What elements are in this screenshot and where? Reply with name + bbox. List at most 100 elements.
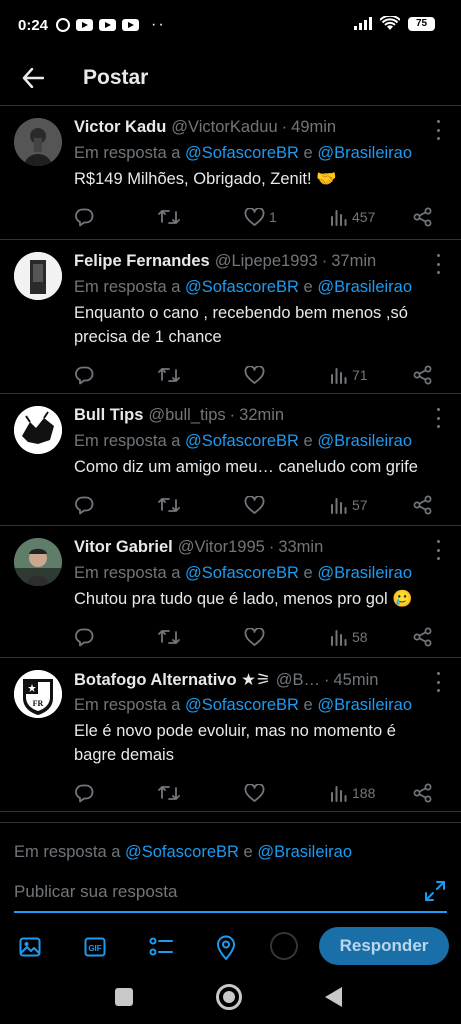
heart-icon (244, 207, 265, 226)
avatar[interactable] (14, 118, 62, 166)
like-button[interactable] (244, 365, 269, 385)
reply-conjunction: e (303, 432, 313, 450)
mention-link[interactable]: @SofascoreBR (185, 144, 299, 162)
reply-button[interactable] (74, 496, 94, 515)
home-button[interactable] (216, 984, 242, 1010)
tweet-actions: 58 (74, 615, 433, 659)
avatar[interactable] (14, 406, 62, 454)
reply-context: Em resposta a @SofascoreBR e @Brasileira… (74, 432, 433, 451)
location-icon[interactable] (215, 935, 237, 961)
mention-link[interactable]: @SofascoreBR (185, 696, 299, 714)
mention-link[interactable]: @Brasileirao (317, 278, 412, 296)
author-name[interactable]: Bull Tips (74, 406, 143, 425)
avatar[interactable]: FR (14, 670, 62, 718)
reply-input[interactable]: Publicar sua resposta (14, 877, 447, 913)
author-name[interactable]: Felipe Fernandes (74, 252, 210, 271)
poll-icon[interactable] (148, 935, 174, 959)
share-button[interactable] (413, 627, 433, 647)
share-button[interactable] (413, 207, 433, 227)
reply-prefix: Em resposta a (74, 564, 181, 582)
avatar[interactable] (14, 252, 62, 300)
like-count: 1 (269, 209, 277, 225)
more-options-icon[interactable] (433, 408, 443, 428)
tweet-time: 33min (278, 538, 324, 556)
reply-button[interactable] (74, 366, 94, 385)
reply-tweet[interactable]: Victor Kadu @VictorKaduu · 49min Em resp… (0, 106, 461, 240)
tweet-time: 32min (239, 406, 285, 424)
recent-apps-button[interactable] (115, 988, 133, 1006)
more-options-icon[interactable] (433, 254, 443, 274)
expand-icon[interactable] (423, 879, 447, 903)
retweet-button[interactable] (158, 208, 180, 226)
responder-button[interactable]: Responder (319, 927, 449, 965)
share-icon (413, 783, 432, 803)
status-time: 0:24 (18, 16, 49, 34)
reply-tweet[interactable]: Felipe Fernandes @Lipepe1993 · 37min Em … (0, 240, 461, 394)
heart-icon (244, 783, 265, 802)
share-button[interactable] (413, 365, 433, 385)
mention-link[interactable]: @Brasileirao (257, 843, 352, 861)
like-button[interactable] (244, 627, 269, 647)
retweet-button[interactable] (158, 496, 180, 514)
more-options-icon[interactable] (433, 672, 443, 692)
reply-tweet[interactable]: FR Botafogo Alternativo ★⚞ @B… · 45min E… (0, 658, 461, 812)
avatar[interactable] (14, 538, 62, 586)
reply-conjunction: e (303, 696, 313, 714)
reply-button[interactable] (74, 784, 94, 803)
more-notifications-icon: ·· (151, 16, 166, 33)
battery-indicator: 75 (408, 16, 435, 31)
share-button[interactable] (413, 783, 433, 803)
wifi-icon (380, 16, 400, 30)
author-handle[interactable]: @Lipepe1993 (215, 252, 318, 271)
heart-icon (244, 627, 265, 646)
like-button[interactable]: 1 (244, 207, 277, 227)
author-name[interactable]: Botafogo Alternativo ★⚞ (74, 670, 271, 690)
views-chart-icon (331, 209, 347, 226)
mention-link[interactable]: @Brasileirao (317, 564, 412, 582)
retweet-button[interactable] (158, 628, 180, 646)
mention-link[interactable]: @SofascoreBR (185, 278, 299, 296)
reply-tweet[interactable]: Vitor Gabriel @Vitor1995 · 33min Em resp… (0, 526, 461, 658)
author-handle[interactable]: @bull_tips (148, 406, 225, 425)
mention-link[interactable]: @Brasileirao (317, 696, 412, 714)
tweet-time: 45min (333, 671, 379, 689)
tweet-text: Como diz um amigo meu… caneludo com grif… (74, 458, 418, 476)
reply-icon (75, 366, 94, 384)
replies-feed: Victor Kadu @VictorKaduu · 49min Em resp… (0, 106, 461, 812)
reply-button[interactable] (74, 628, 94, 647)
like-button[interactable] (244, 495, 269, 515)
image-icon[interactable] (18, 935, 42, 959)
views-button[interactable]: 188 (330, 785, 375, 802)
back-arrow-icon (22, 67, 44, 88)
mention-link[interactable]: @SofascoreBR (185, 564, 299, 582)
views-button[interactable]: 457 (330, 209, 375, 226)
more-options-icon[interactable] (433, 120, 443, 140)
mention-link[interactable]: @Brasileirao (317, 432, 412, 450)
mention-link[interactable]: @Brasileirao (317, 144, 412, 162)
reply-prefix: Em resposta a (74, 144, 181, 162)
retweet-button[interactable] (158, 784, 180, 802)
reply-conjunction: e (243, 843, 253, 861)
reply-tweet[interactable]: Bull Tips @bull_tips · 32min Em resposta… (0, 394, 461, 526)
reply-icon (75, 208, 94, 226)
author-name[interactable]: Victor Kadu (74, 118, 166, 137)
author-handle[interactable]: @VictorKaduu (171, 118, 277, 137)
mention-link[interactable]: @SofascoreBR (185, 432, 299, 450)
author-handle[interactable]: @Vitor1995 (178, 538, 265, 557)
back-button[interactable] (5, 50, 61, 106)
views-chart-icon (331, 497, 347, 514)
author-name[interactable]: Vitor Gabriel (74, 538, 173, 557)
more-options-icon[interactable] (433, 540, 443, 560)
like-button[interactable] (244, 783, 269, 803)
views-button[interactable]: 57 (330, 497, 368, 514)
share-button[interactable] (413, 495, 433, 515)
views-button[interactable]: 71 (330, 367, 368, 384)
reply-button[interactable] (74, 208, 94, 227)
mention-link[interactable]: @SofascoreBR (125, 843, 239, 861)
gif-icon[interactable]: GIF (83, 935, 107, 959)
author-handle[interactable]: @B… (276, 671, 320, 690)
reply-context: Em resposta a @SofascoreBR e @Brasileira… (74, 564, 433, 583)
system-back-button[interactable] (325, 987, 342, 1007)
views-button[interactable]: 58 (330, 629, 368, 646)
retweet-button[interactable] (158, 366, 180, 384)
